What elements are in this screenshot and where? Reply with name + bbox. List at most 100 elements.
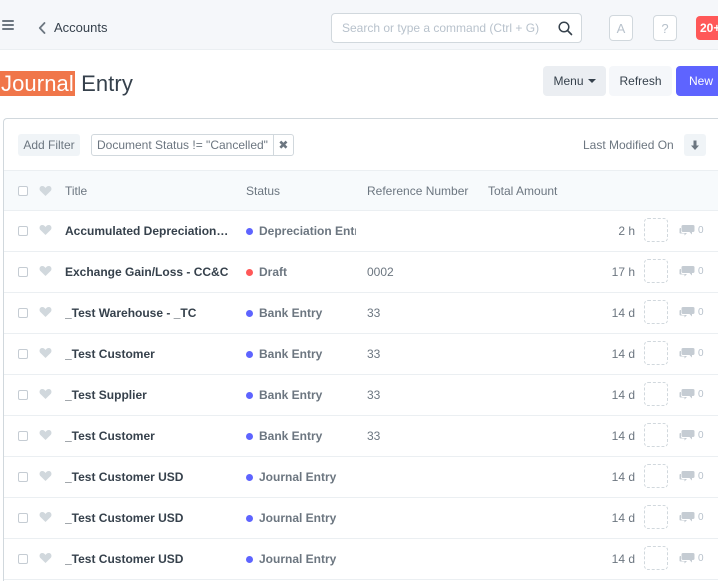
list-row[interactable]: _Test Customer Bank Entry 33 14 d 0 — [4, 416, 718, 457]
list-row[interactable]: _Test Supplier Bank Entry 33 14 d 0 — [4, 375, 718, 416]
list-row[interactable]: _Test Customer USD Journal Entry 14 d 0 — [4, 498, 718, 539]
row-status: Journal Entry — [246, 552, 356, 566]
row-checkbox[interactable] — [18, 226, 28, 236]
row-checkbox[interactable] — [18, 431, 28, 441]
row-title-link[interactable]: _Test Customer — [65, 347, 155, 361]
row-title-link[interactable]: _Test Customer USD — [65, 552, 183, 566]
menu-button-label: Menu — [553, 74, 584, 88]
row-comment-count[interactable]: 0 — [679, 511, 704, 523]
breadcrumb-label: Accounts — [54, 20, 108, 35]
column-header-amount: Total Amount — [488, 184, 558, 198]
add-filter-button[interactable]: Add Filter — [18, 134, 80, 156]
comment-icon — [679, 388, 698, 400]
row-comment-count[interactable]: 0 — [679, 306, 704, 318]
notification-badge[interactable]: 20+ — [696, 16, 718, 40]
row-checkbox[interactable] — [18, 267, 28, 277]
page-title: Journal Entry — [0, 71, 133, 97]
column-header-title: Title — [65, 184, 88, 198]
status-indicator-dot — [246, 269, 253, 276]
row-modified: 14 d — [611, 429, 635, 443]
row-title-link[interactable]: Exchange Gain/Loss - CC&C — [65, 265, 228, 279]
row-modified: 2 h — [618, 224, 635, 238]
row-checkbox[interactable] — [18, 390, 28, 400]
assign-avatar-placeholder[interactable] — [644, 300, 668, 324]
row-title-link[interactable]: Accumulated Depreciation - ... — [65, 224, 230, 238]
row-title-link[interactable]: _Test Customer USD — [65, 511, 183, 525]
row-comment-count[interactable]: 0 — [679, 429, 704, 441]
row-checkbox[interactable] — [18, 513, 28, 523]
assign-avatar-placeholder[interactable] — [644, 259, 668, 283]
row-comment-count[interactable]: 0 — [679, 388, 704, 400]
row-comment-count[interactable]: 0 — [679, 224, 704, 236]
heart-icon[interactable] — [39, 306, 52, 321]
status-indicator-dot — [246, 392, 253, 399]
heart-icon[interactable] — [39, 511, 52, 526]
remove-filter-icon[interactable]: ✖ — [272, 135, 293, 155]
heart-icon[interactable] — [39, 224, 52, 239]
assign-avatar-placeholder[interactable] — [644, 505, 668, 529]
row-status: Depreciation Entry — [246, 224, 356, 238]
back-to-accounts-link[interactable]: Accounts — [38, 20, 107, 35]
row-checkbox[interactable] — [18, 554, 28, 564]
page-title-highlight: Journal — [0, 71, 75, 96]
assign-avatar-placeholder[interactable] — [644, 341, 668, 365]
row-status: Bank Entry — [246, 347, 356, 361]
assign-avatar-placeholder[interactable] — [644, 218, 668, 242]
menu-button[interactable]: Menu — [543, 66, 606, 96]
row-checkbox[interactable] — [18, 349, 28, 359]
list-row[interactable]: _Test Customer USD Journal Entry 14 d 0 — [4, 539, 718, 580]
list-row[interactable]: _Test Warehouse - _TC Bank Entry 33 14 d 0 — [4, 293, 718, 334]
search-box — [331, 13, 582, 43]
list-row[interactable]: Exchange Gain/Loss - CC&C Draft 0002 17 h 0 — [4, 252, 718, 293]
heart-icon[interactable] — [39, 388, 52, 403]
status-indicator-dot — [246, 556, 253, 563]
row-title-link[interactable]: _Test Supplier — [65, 388, 147, 402]
assign-avatar-placeholder[interactable] — [644, 382, 668, 406]
caret-down-icon — [587, 79, 596, 83]
arrow-down-icon — [691, 140, 699, 150]
row-status-label: Bank Entry — [259, 347, 323, 361]
sort-by-selector[interactable]: Last Modified On — [583, 138, 674, 152]
comment-icon — [679, 347, 698, 359]
row-title-link[interactable]: _Test Warehouse - _TC — [65, 306, 196, 320]
heart-icon[interactable] — [39, 552, 52, 567]
row-reference: 33 — [367, 388, 381, 402]
heart-icon[interactable] — [39, 265, 52, 280]
row-comment-count[interactable]: 0 — [679, 470, 704, 482]
row-title-link[interactable]: _Test Customer USD — [65, 470, 183, 484]
heart-icon[interactable] — [39, 347, 52, 362]
comment-icon — [679, 429, 698, 441]
new-button[interactable]: New — [676, 66, 718, 96]
row-modified: 14 d — [611, 470, 635, 484]
assign-avatar-placeholder[interactable] — [644, 464, 668, 488]
heart-icon[interactable] — [39, 429, 52, 444]
comment-icon — [679, 511, 698, 523]
filter-pill-text: Document Status != "Cancelled" — [97, 138, 268, 152]
search-icon[interactable] — [558, 21, 573, 36]
assign-avatar-placeholder[interactable] — [644, 423, 668, 447]
list-row[interactable]: Accumulated Depreciation - ... Depreciati… — [4, 211, 718, 252]
row-checkbox[interactable] — [18, 472, 28, 482]
user-avatar[interactable]: A — [609, 15, 633, 41]
sort-order-button[interactable] — [684, 134, 706, 156]
refresh-button[interactable]: Refresh — [609, 66, 672, 96]
list-row[interactable]: _Test Customer Bank Entry 33 14 d 0 — [4, 334, 718, 375]
comment-count: 0 — [698, 429, 704, 441]
row-comment-count[interactable]: 0 — [679, 265, 704, 277]
filter-pill[interactable]: Document Status != "Cancelled" ✖ — [91, 134, 294, 156]
row-comment-count[interactable]: 0 — [679, 552, 704, 564]
heart-icon[interactable] — [39, 185, 52, 197]
hamburger-menu-icon[interactable] — [2, 20, 14, 30]
select-all-checkbox[interactable] — [18, 186, 28, 196]
help-button[interactable]: ? — [653, 15, 677, 41]
assign-avatar-placeholder[interactable] — [644, 546, 668, 570]
status-indicator-dot — [246, 228, 253, 235]
heart-icon[interactable] — [39, 470, 52, 485]
row-status-label: Bank Entry — [259, 388, 323, 402]
search-input[interactable] — [332, 14, 547, 42]
list-row[interactable]: _Test Customer USD Journal Entry 14 d 0 — [4, 457, 718, 498]
row-checkbox[interactable] — [18, 308, 28, 318]
row-title-link[interactable]: _Test Customer — [65, 429, 155, 443]
row-comment-count[interactable]: 0 — [679, 347, 704, 359]
list-view: Add Filter Document Status != "Cancelled… — [3, 118, 718, 581]
